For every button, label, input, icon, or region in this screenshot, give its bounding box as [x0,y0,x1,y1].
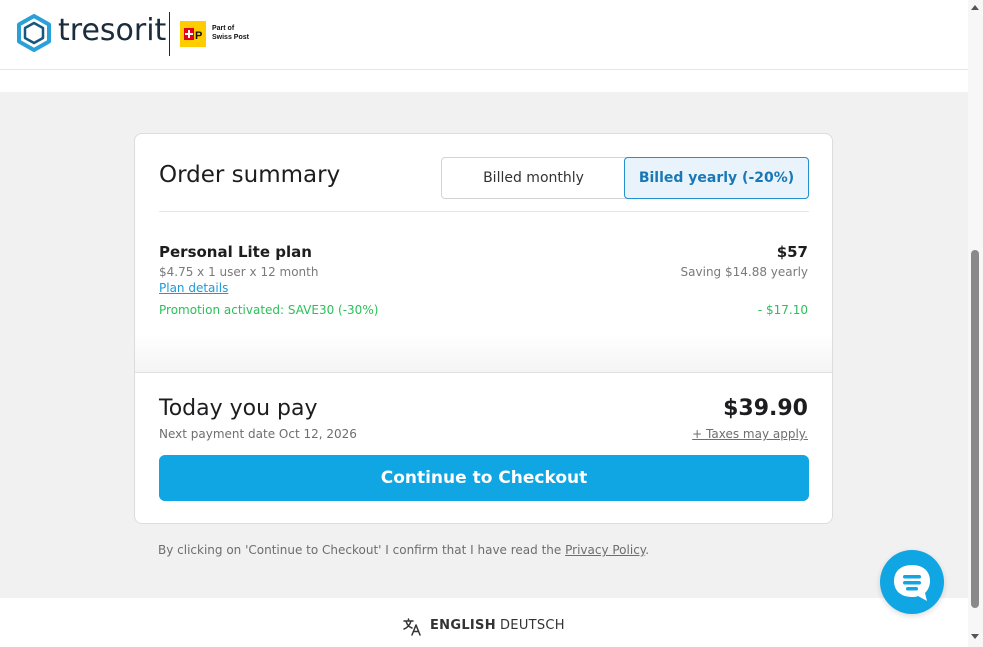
billed-monthly-option[interactable]: Billed monthly [442,158,625,198]
plan-breakdown: $4.75 x 1 user x 12 month [159,265,319,279]
order-summary-title: Order summary [159,162,341,188]
post-line-1: Part of [212,25,235,32]
chat-button[interactable] [880,550,944,614]
billing-toggle: Billed monthly Billed yearly (-20%) [441,157,809,199]
today-you-pay-title: Today you pay [159,396,318,421]
billed-yearly-option[interactable]: Billed yearly (-20%) [624,157,809,199]
site-header: tresorit P Part of Swiss Post [0,0,968,70]
promotion-text: Promotion activated: SAVE30 (-30%) [159,303,379,317]
divider [135,372,832,373]
scrollbar-thumb[interactable] [971,250,979,608]
translate-icon [403,618,421,636]
consent-prefix: By clicking on 'Continue to Checkout' I … [158,543,566,557]
swiss-post-label: Part of Swiss Post [212,24,249,42]
taxes-link[interactable]: + Taxes may apply. [692,427,808,441]
plan-name: Personal Lite plan [159,243,312,261]
divider [159,211,809,212]
consent-suffix: . [645,543,650,557]
language-english[interactable]: ENGLISH [430,618,496,633]
svg-text:P: P [195,30,202,42]
saving-text: Saving $14.88 yearly [680,265,808,279]
swiss-post-icon: P [180,21,206,47]
scroll-up-arrow-icon[interactable] [971,5,979,10]
language-deutsch[interactable]: DEUTSCH [500,618,565,633]
privacy-policy-link[interactable]: Privacy Policy [565,543,645,557]
scroll-down-arrow-icon[interactable] [971,634,979,639]
post-line-2: Swiss Post [212,34,249,41]
discount-amount: - $17.10 [757,303,808,317]
section-fade [135,334,832,372]
plan-price: $57 [776,243,808,261]
chat-icon [894,565,930,601]
next-payment-date: Next payment date Oct 12, 2026 [159,427,357,441]
continue-to-checkout-button[interactable]: Continue to Checkout [159,455,809,501]
consent-text: By clicking on 'Continue to Checkout' I … [158,543,649,557]
total-amount: $39.90 [723,396,808,421]
tresorit-logo[interactable]: tresorit [58,13,166,48]
order-summary-card: Order summary Billed monthly Billed year… [134,133,833,524]
plan-details-link[interactable]: Plan details [159,281,228,295]
logo-divider [169,12,170,56]
tresorit-hexagon-icon[interactable] [16,14,52,52]
